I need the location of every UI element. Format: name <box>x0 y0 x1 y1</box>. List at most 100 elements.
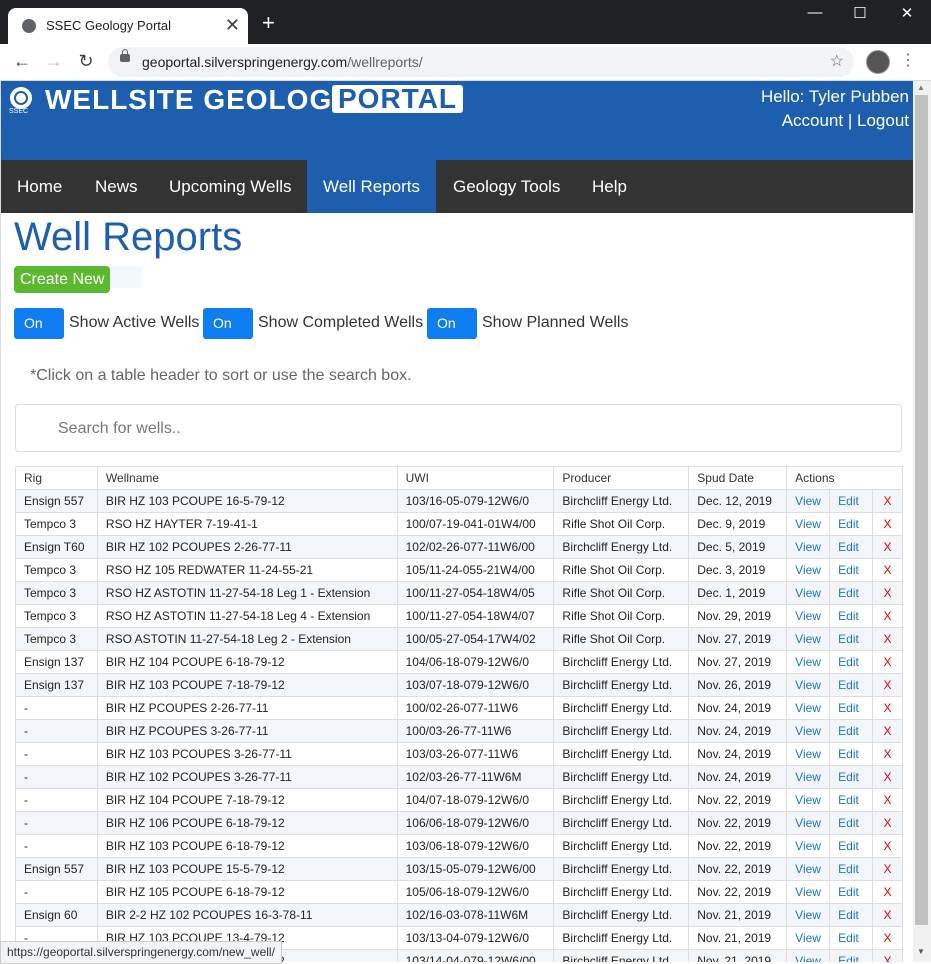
view-link[interactable]: View <box>786 880 831 904</box>
nav-well-reports[interactable]: Well Reports <box>307 160 436 213</box>
toggle-planned-wells[interactable]: On <box>427 308 477 339</box>
scroll-thumb[interactable] <box>915 95 928 925</box>
view-link[interactable]: View <box>786 604 831 628</box>
delete-button[interactable]: X <box>872 903 903 927</box>
edit-link[interactable]: Edit <box>829 604 874 628</box>
create-new-button[interactable]: Create New <box>14 266 111 293</box>
delete-button[interactable]: X <box>872 765 903 789</box>
reload-icon[interactable]: ↻ <box>74 49 98 73</box>
column-header-rig[interactable]: Rig <box>15 466 98 490</box>
delete-button[interactable]: X <box>872 558 903 582</box>
edit-link[interactable]: Edit <box>829 903 874 927</box>
window-close-icon[interactable]: ✕ <box>892 4 922 22</box>
column-header-uwi[interactable]: UWI <box>396 466 555 490</box>
logout-link[interactable]: Logout <box>857 111 909 130</box>
back-icon[interactable]: ← <box>10 49 34 73</box>
page-scrollbar[interactable]: ▲ ▼ <box>913 81 931 962</box>
scroll-down-icon[interactable]: ▼ <box>917 947 925 956</box>
new-tab-icon[interactable]: + <box>262 12 275 34</box>
address-bar[interactable]: geoportal.silverspringenergy.com/wellrep… <box>108 47 854 77</box>
column-header-producer[interactable]: Producer <box>553 466 690 490</box>
edit-link[interactable]: Edit <box>829 834 874 858</box>
view-link[interactable]: View <box>786 512 831 536</box>
nav-geology-tools[interactable]: Geology Tools <box>437 160 576 213</box>
view-link[interactable]: View <box>786 650 831 674</box>
edit-link[interactable]: Edit <box>829 535 874 559</box>
edit-link[interactable]: Edit <box>829 926 874 950</box>
view-link[interactable]: View <box>786 834 831 858</box>
delete-button[interactable]: X <box>872 696 903 720</box>
edit-link[interactable]: Edit <box>829 719 874 743</box>
view-link[interactable]: View <box>786 489 831 513</box>
nav-help[interactable]: Help <box>576 160 643 213</box>
search-input[interactable] <box>56 419 760 439</box>
edit-link[interactable]: Edit <box>829 673 874 697</box>
view-link[interactable]: View <box>786 765 831 789</box>
edit-link[interactable]: Edit <box>829 489 874 513</box>
delete-button[interactable]: X <box>872 673 903 697</box>
edit-link[interactable]: Edit <box>829 512 874 536</box>
view-link[interactable]: View <box>786 673 831 697</box>
delete-button[interactable]: X <box>872 512 903 536</box>
delete-button[interactable]: X <box>872 627 903 651</box>
forward-icon[interactable]: → <box>42 49 66 73</box>
delete-button[interactable]: X <box>872 788 903 812</box>
close-tab-icon[interactable]: ✕ <box>225 15 240 35</box>
edit-link[interactable]: Edit <box>829 765 874 789</box>
view-link[interactable]: View <box>786 857 831 881</box>
delete-button[interactable]: X <box>872 719 903 743</box>
delete-button[interactable]: X <box>872 811 903 835</box>
column-header-wellname[interactable]: Wellname <box>96 466 398 490</box>
view-link[interactable]: View <box>786 903 831 927</box>
delete-button[interactable]: X <box>872 742 903 766</box>
view-link[interactable]: View <box>786 949 831 962</box>
edit-link[interactable]: Edit <box>829 811 874 835</box>
view-link[interactable]: View <box>786 581 831 605</box>
edit-link[interactable]: Edit <box>829 742 874 766</box>
nav-upcoming-wells[interactable]: Upcoming Wells <box>153 160 308 213</box>
view-link[interactable]: View <box>786 627 831 651</box>
bookmark-star-icon[interactable]: ☆ <box>830 51 844 71</box>
view-link[interactable]: View <box>786 788 831 812</box>
browser-menu-icon[interactable]: ⋮ <box>900 50 916 70</box>
edit-link[interactable]: Edit <box>829 558 874 582</box>
edit-link[interactable]: Edit <box>829 650 874 674</box>
delete-button[interactable]: X <box>872 880 903 904</box>
delete-button[interactable]: X <box>872 581 903 605</box>
delete-button[interactable]: X <box>872 926 903 950</box>
delete-button[interactable]: X <box>872 489 903 513</box>
maximize-icon[interactable]: ☐ <box>845 4 875 22</box>
scroll-up-icon[interactable]: ▲ <box>917 83 925 92</box>
column-header-actions[interactable]: Actions <box>786 466 903 490</box>
view-link[interactable]: View <box>786 558 831 582</box>
delete-button[interactable]: X <box>872 604 903 628</box>
toggle-completed-wells[interactable]: On <box>203 308 253 339</box>
edit-link[interactable]: Edit <box>829 627 874 651</box>
delete-button[interactable]: X <box>872 650 903 674</box>
browser-tab[interactable]: SSEC Geology Portal ✕ <box>8 8 248 44</box>
profile-avatar[interactable] <box>866 50 890 74</box>
delete-button[interactable]: X <box>872 949 903 962</box>
edit-link[interactable]: Edit <box>829 857 874 881</box>
minimize-icon[interactable]: — <box>800 4 830 21</box>
account-link[interactable]: Account <box>782 111 843 130</box>
view-link[interactable]: View <box>786 811 831 835</box>
delete-button[interactable]: X <box>872 834 903 858</box>
delete-button[interactable]: X <box>872 535 903 559</box>
view-link[interactable]: View <box>786 742 831 766</box>
view-link[interactable]: View <box>786 719 831 743</box>
edit-link[interactable]: Edit <box>829 880 874 904</box>
edit-link[interactable]: Edit <box>829 949 874 962</box>
view-link[interactable]: View <box>786 926 831 950</box>
nav-news[interactable]: News <box>79 160 154 213</box>
view-link[interactable]: View <box>786 535 831 559</box>
column-header-spud-date[interactable]: Spud Date <box>688 466 788 490</box>
view-link[interactable]: View <box>786 696 831 720</box>
edit-link[interactable]: Edit <box>829 696 874 720</box>
nav-home[interactable]: Home <box>1 160 78 213</box>
toggle-active-wells[interactable]: On <box>14 308 64 339</box>
edit-link[interactable]: Edit <box>829 581 874 605</box>
table-row: - BIR HZ 105 PCOUPE 6-18-79-12 105/06-18-0… <box>15 880 903 904</box>
delete-button[interactable]: X <box>872 857 903 881</box>
edit-link[interactable]: Edit <box>829 788 874 812</box>
